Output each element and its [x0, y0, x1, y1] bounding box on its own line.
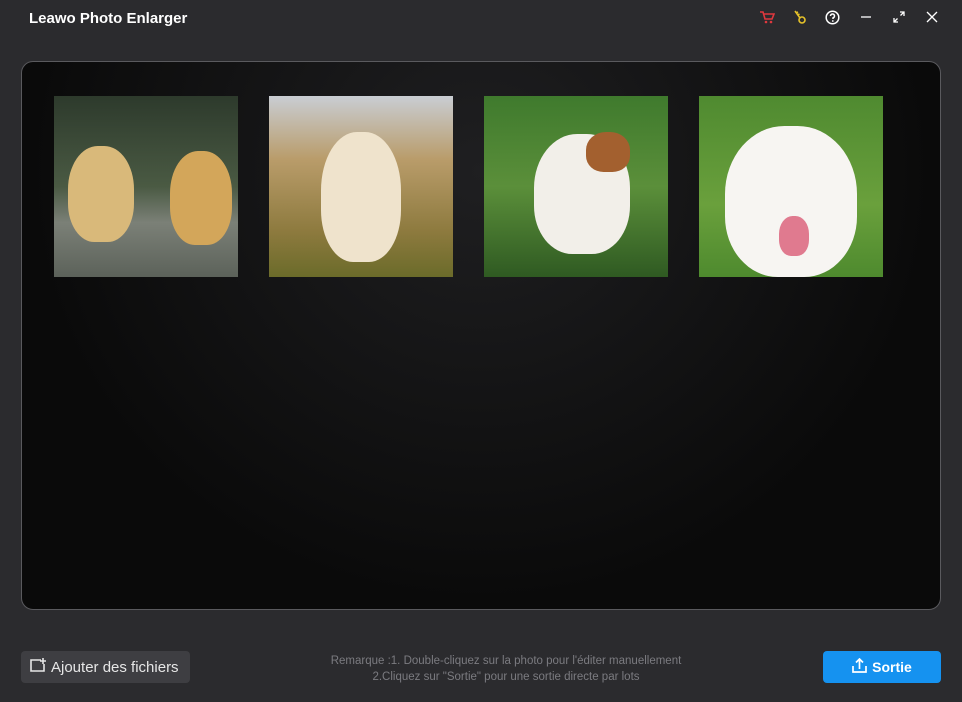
remark-line-1: Remarque :1. Double-cliquez sur la photo… [330, 655, 682, 667]
remark-line-2: 2.Cliquez sur "Sortie" pour une sortie d… [372, 671, 640, 683]
upload-icon [852, 657, 868, 676]
photo-thumbnail-3[interactable] [484, 96, 668, 277]
output-label: Sortie [872, 659, 912, 675]
app-title: Leawo Photo Enlarger [29, 10, 188, 27]
close-icon[interactable] [915, 6, 948, 28]
photo-thumbnail-1[interactable] [54, 96, 238, 277]
photo-thumbnail-4[interactable] [699, 96, 883, 277]
key-icon[interactable] [783, 6, 816, 28]
add-files-label: Ajouter des fichiers [51, 658, 179, 676]
cart-icon[interactable] [750, 6, 783, 28]
maximize-icon[interactable] [882, 6, 915, 28]
add-files-button[interactable]: Ajouter des fichiers [21, 651, 190, 683]
output-button[interactable]: Sortie [823, 651, 941, 683]
photo-list-panel [21, 61, 941, 610]
add-file-icon [29, 657, 47, 677]
help-icon[interactable] [816, 6, 849, 28]
remark-note: Remarque :1. Double-cliquez sur la photo… [290, 653, 722, 685]
minimize-icon[interactable] [849, 6, 882, 28]
window-controls [750, 6, 948, 28]
photo-thumbnail-2[interactable] [269, 96, 453, 277]
